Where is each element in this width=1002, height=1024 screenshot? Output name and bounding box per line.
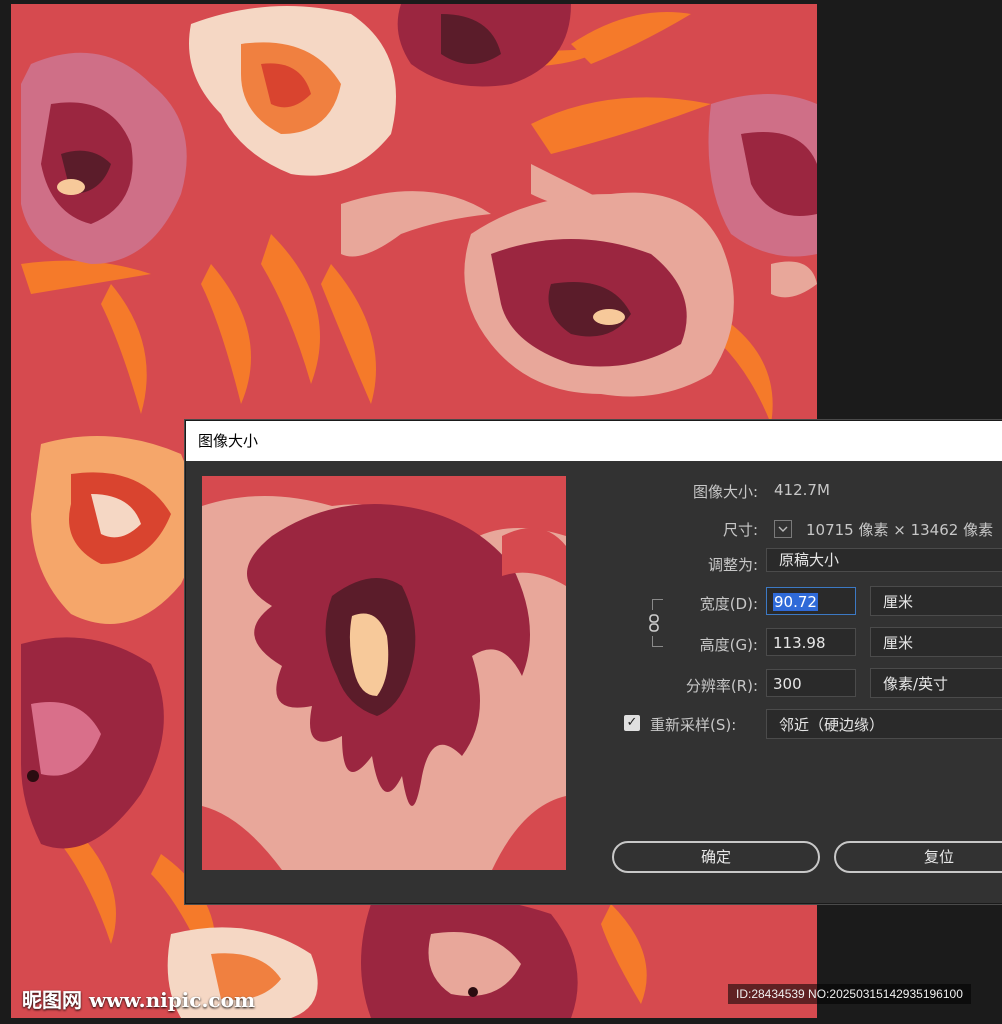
- height-label: 高度(G):: [699, 636, 758, 654]
- width-unit-select[interactable]: 厘米: [870, 586, 1002, 616]
- fit-to-label: 调整为:: [707, 556, 758, 574]
- resolution-input[interactable]: 300: [766, 669, 856, 697]
- reset-button[interactable]: 复位: [834, 841, 1002, 873]
- ok-button[interactable]: 确定: [612, 841, 820, 873]
- resolution-unit-select[interactable]: 像素/英寸: [870, 668, 1002, 698]
- image-preview[interactable]: [202, 476, 566, 870]
- resolution-label: 分辨率(R):: [685, 677, 758, 695]
- height-unit-select[interactable]: 厘米: [870, 627, 1002, 657]
- width-input[interactable]: 90.72: [766, 587, 856, 615]
- width-label: 宽度(D):: [699, 595, 758, 613]
- chevron-down-icon: [778, 526, 788, 532]
- image-size-dialog: 图像大小 图像大小: 412.7M 尺寸: 10715 像素 × 13462 像…: [185, 420, 1002, 904]
- dimensions-dropdown[interactable]: [774, 520, 792, 538]
- fit-to-select[interactable]: 原稿大小: [766, 548, 1002, 572]
- dimensions-label: 尺寸:: [722, 521, 758, 539]
- resample-label: 重新采样(S):: [650, 716, 737, 734]
- image-size-label: 图像大小:: [692, 483, 758, 501]
- watermark-logo: 昵图网 www.nipic.com: [22, 988, 256, 1012]
- dialog-title: 图像大小: [198, 432, 259, 450]
- width-value: 90.72: [773, 593, 818, 611]
- resample-select[interactable]: 邻近（硬边缘）: [766, 709, 1002, 739]
- height-input[interactable]: 113.98: [766, 628, 856, 656]
- resample-checkbox[interactable]: ✓: [624, 715, 640, 731]
- watermark-id: ID:28434539 NO:20250315142935196100: [728, 984, 971, 1004]
- dialog-titlebar[interactable]: 图像大小: [186, 421, 1002, 461]
- link-icon: [649, 614, 659, 632]
- image-size-value: 412.7M: [774, 481, 830, 499]
- dimensions-value: 10715 像素 × 13462 像素: [806, 521, 994, 539]
